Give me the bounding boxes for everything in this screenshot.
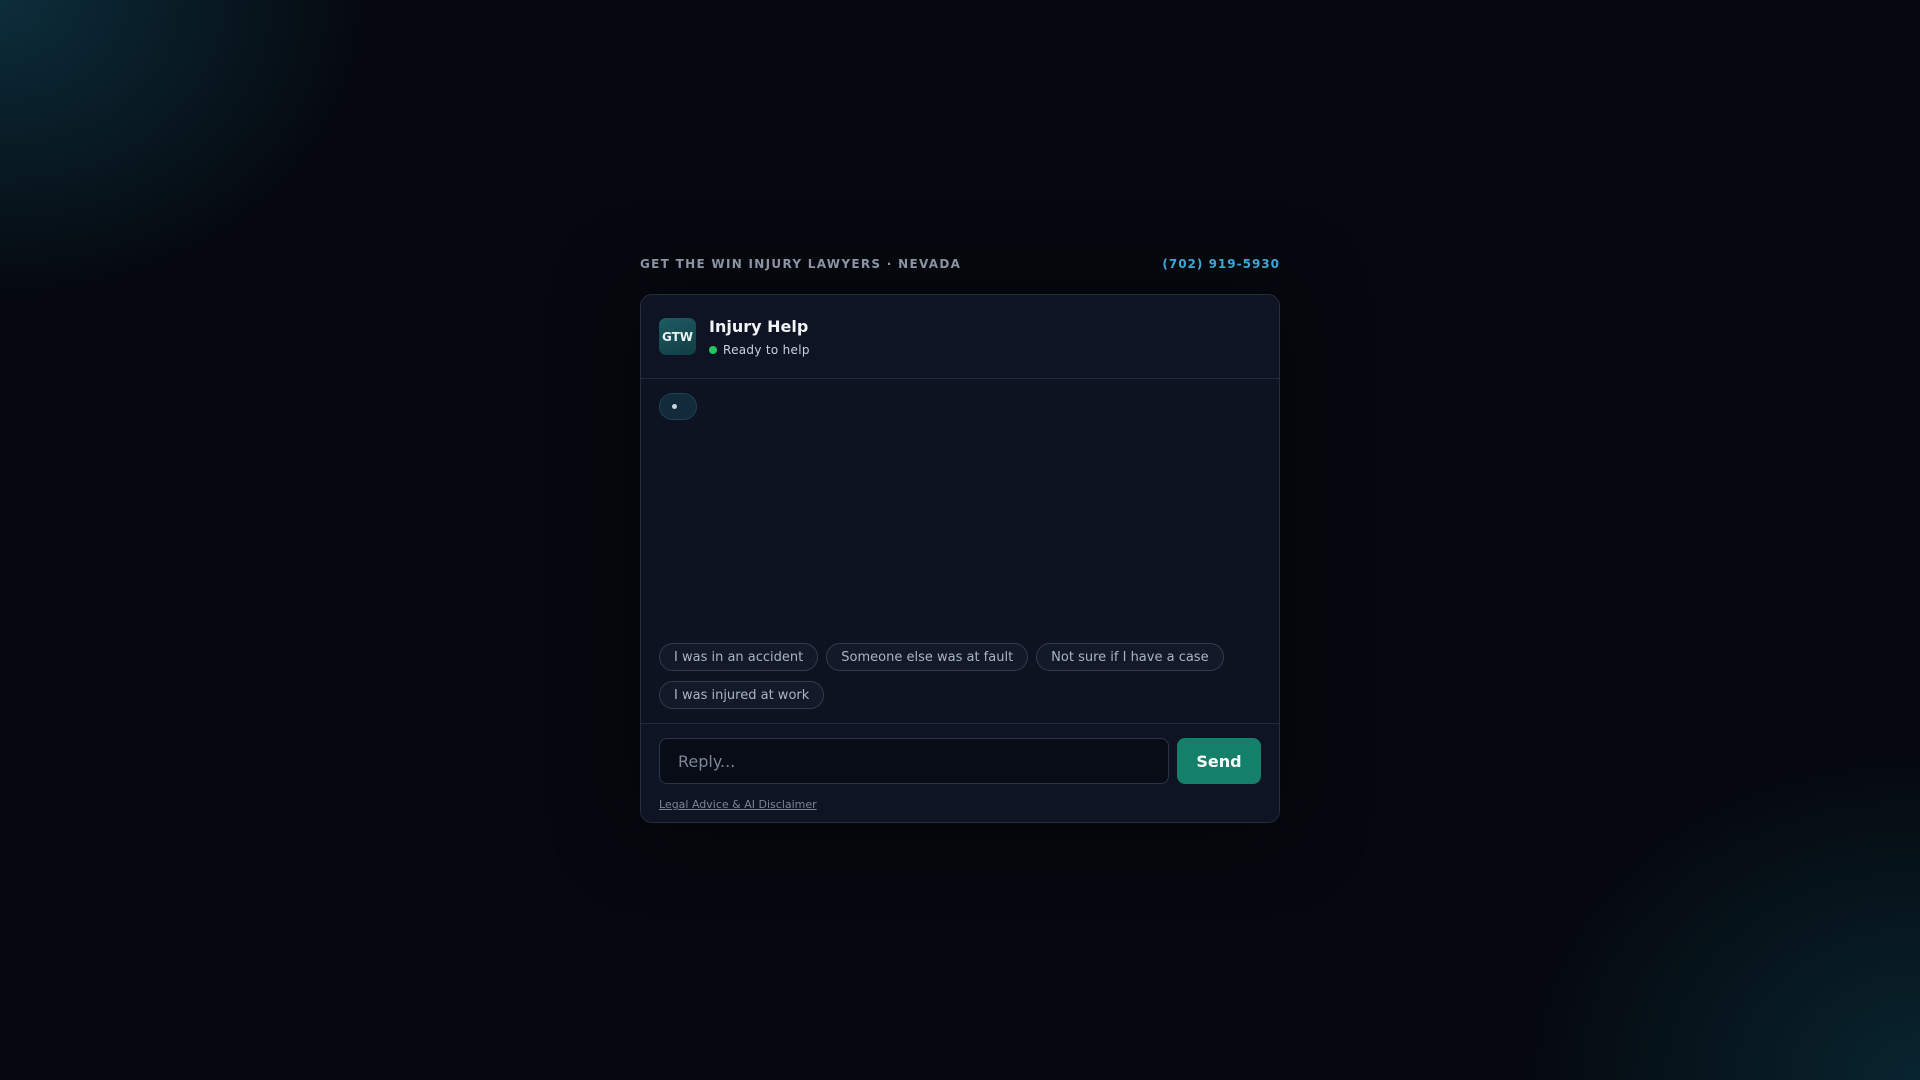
online-dot-icon: [709, 345, 717, 354]
reply-input[interactable]: [659, 738, 1169, 784]
top-bar: GET THE WIN INJURY LAWYERS · NEVADA (702…: [640, 255, 1280, 273]
message-list[interactable]: [641, 379, 1279, 643]
avatar: GTW: [659, 318, 696, 355]
status-row: Ready to help: [709, 343, 810, 357]
input-row: Send: [659, 738, 1261, 784]
firm-name: GET THE WIN INJURY LAWYERS · NEVADA: [640, 257, 962, 271]
chat-widget-wrapper: GET THE WIN INJURY LAWYERS · NEVADA (702…: [640, 255, 1280, 823]
chat-card: GTW Injury Help Ready to help I was in a…: [640, 294, 1280, 823]
status-text: Ready to help: [723, 342, 810, 357]
typing-dot: [672, 404, 677, 409]
send-button[interactable]: Send: [1177, 738, 1261, 784]
composer: Send Legal Advice & AI Disclaimer: [641, 723, 1279, 822]
chat-title: Injury Help: [709, 316, 809, 336]
chat-header-text: Injury Help Ready to help: [709, 317, 810, 357]
quick-replies: I was in an accident Someone else was at…: [641, 643, 1279, 723]
quick-reply-not-sure[interactable]: Not sure if I have a case: [1036, 643, 1224, 671]
chat-header: GTW Injury Help Ready to help: [641, 295, 1279, 379]
quick-reply-work-injury[interactable]: I was injured at work: [659, 681, 825, 709]
quick-reply-fault[interactable]: Someone else was at fault: [826, 643, 1029, 671]
typing-indicator-icon: [659, 393, 697, 420]
phone-link[interactable]: (702) 919-5930: [1162, 257, 1280, 271]
disclaimer-link[interactable]: Legal Advice & AI Disclaimer: [659, 798, 817, 811]
quick-reply-accident[interactable]: I was in an accident: [659, 643, 819, 671]
